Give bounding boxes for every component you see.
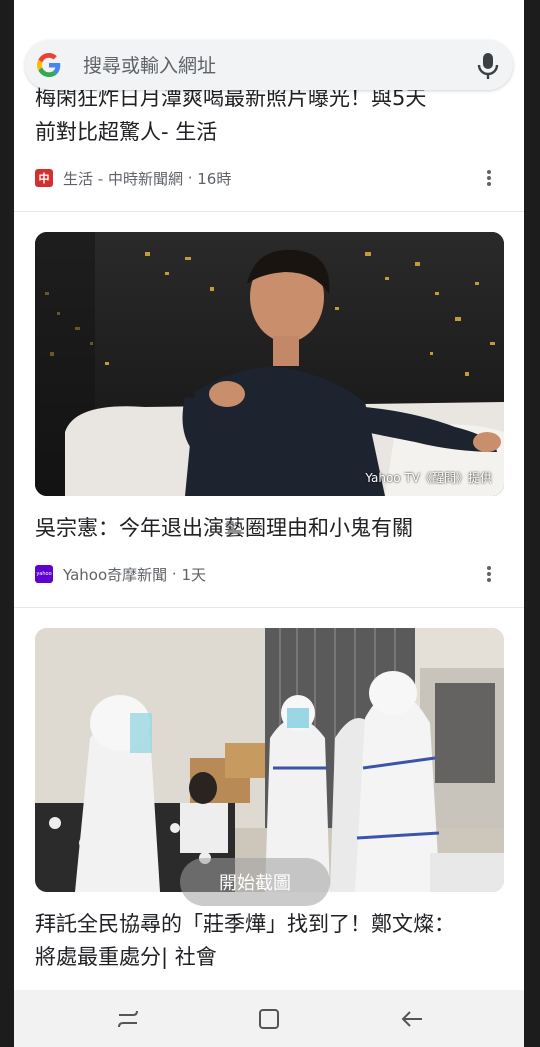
divider xyxy=(14,211,524,212)
article-image[interactable]: Yahoo TV《醒問》提供 xyxy=(35,232,504,496)
article-image[interactable] xyxy=(35,628,504,892)
news-feed: 梅閑狂炸日月潭爽喝最新照片曝光！與5天 前對比超驚人- 生活 中 生活 - 中時… xyxy=(14,0,524,990)
article-time: 16時 xyxy=(197,169,232,188)
article-time: 1天 xyxy=(181,565,207,584)
article-title[interactable]: 吳宗憲：今年退出演藝圈理由和小鬼有關 xyxy=(35,512,505,545)
recent-apps-icon[interactable] xyxy=(115,1007,141,1031)
article-meta: yahoo Yahoo奇摩新聞 · 1天 xyxy=(35,564,206,584)
quarantine-photo xyxy=(35,628,504,892)
article-title-line2[interactable]: 將處最重處分| 社會 xyxy=(35,941,505,974)
search-bar[interactable] xyxy=(25,40,513,90)
article-title-line1[interactable]: 拜託全民協尋的「莊季燁」找到了！鄭文燦： xyxy=(35,908,505,941)
yahoo-icon: yahoo xyxy=(35,565,53,583)
article-title[interactable]: 前對比超驚人- 生活 xyxy=(35,116,505,149)
screenshot-toast: 開始截圖 xyxy=(180,858,330,906)
article-meta: 中 生活 - 中時新聞網 · 16時 xyxy=(35,168,231,188)
microphone-icon[interactable] xyxy=(477,52,499,80)
meta-separator: · xyxy=(167,565,182,583)
system-nav-bar xyxy=(14,990,524,1047)
google-logo-icon xyxy=(37,53,61,77)
article-source: 生活 - 中時新聞網 xyxy=(63,169,183,188)
chinatimes-icon: 中 xyxy=(35,169,53,187)
article-source: Yahoo奇摩新聞 xyxy=(63,565,168,584)
back-icon[interactable] xyxy=(399,1007,425,1031)
search-input[interactable] xyxy=(81,50,465,82)
meta-separator: · xyxy=(182,169,198,187)
more-options-icon[interactable] xyxy=(484,564,494,584)
home-icon[interactable] xyxy=(256,1007,282,1031)
more-options-icon[interactable] xyxy=(484,168,494,188)
interview-photo xyxy=(35,232,504,496)
divider xyxy=(14,607,524,608)
image-caption: Yahoo TV《醒問》提供 xyxy=(365,471,492,485)
